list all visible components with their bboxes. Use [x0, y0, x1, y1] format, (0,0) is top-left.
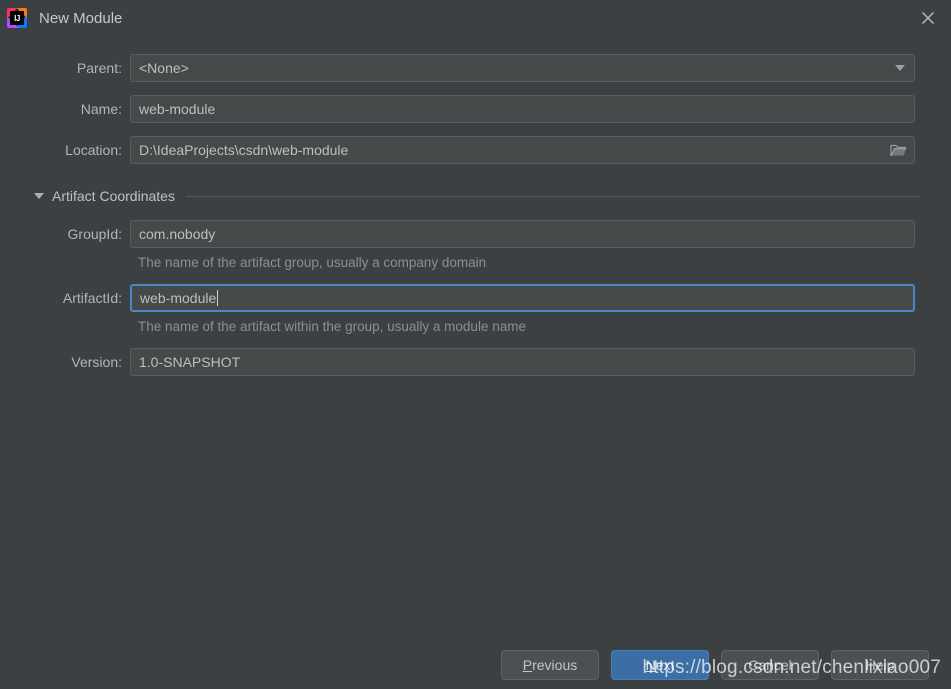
name-value: web-module: [139, 101, 216, 117]
group-id-hint: The name of the artifact group, usually …: [138, 255, 487, 270]
group-id-input[interactable]: com.nobody: [130, 220, 915, 248]
next-label-post: ext: [655, 657, 675, 673]
previous-button[interactable]: Previous: [501, 650, 599, 680]
parent-select[interactable]: <None>: [130, 54, 915, 82]
previous-mnemonic: P: [522, 657, 533, 673]
section-divider: [185, 195, 920, 197]
chevron-down-icon[interactable]: [895, 65, 905, 71]
group-id-row: GroupId: com.nobody: [0, 220, 951, 248]
artifact-id-value: web-module: [140, 290, 217, 306]
artifact-id-label: ArtifactId:: [62, 290, 122, 306]
artifact-id-row: ArtifactId: web-module: [0, 284, 951, 312]
new-module-form: Parent: <None> Name: web-module Location…: [0, 36, 951, 376]
cancel-button[interactable]: Cancel: [721, 650, 819, 680]
location-label: Location:: [65, 142, 122, 158]
artifact-id-hint: The name of the artifact within the grou…: [138, 319, 526, 334]
app-icon-label: IJ: [10, 11, 24, 25]
folder-icon[interactable]: [886, 139, 910, 161]
text-caret: [217, 290, 219, 306]
next-mnemonic: N: [645, 657, 656, 673]
next-button[interactable]: Next: [611, 650, 709, 680]
window-title: New Module: [39, 9, 123, 27]
dialog-button-bar: Previous Next Cancel Help: [0, 650, 951, 680]
location-value: D:\IdeaProjects\csdn\web-module: [139, 142, 349, 158]
name-row: Name: web-module: [0, 95, 951, 123]
name-label: Name:: [80, 101, 122, 117]
version-label: Version:: [71, 354, 122, 370]
name-input[interactable]: web-module: [130, 95, 915, 123]
version-value: 1.0-SNAPSHOT: [139, 354, 241, 370]
group-id-value: com.nobody: [139, 226, 216, 242]
close-icon: [921, 11, 935, 25]
parent-label: Parent:: [76, 60, 122, 76]
triangle-down-icon[interactable]: [34, 193, 44, 199]
group-id-label: GroupId:: [67, 226, 122, 242]
version-row: Version: 1.0-SNAPSHOT: [0, 348, 951, 376]
location-input[interactable]: D:\IdeaProjects\csdn\web-module: [130, 136, 915, 164]
title-bar: IJ New Module: [0, 0, 951, 36]
previous-label-post: revious: [532, 657, 578, 673]
location-row: Location: D:\IdeaProjects\csdn\web-modul…: [0, 136, 951, 164]
close-button[interactable]: [905, 0, 951, 36]
help-button[interactable]: Help: [831, 650, 929, 680]
intellij-idea-logo-icon: IJ: [7, 8, 27, 28]
artifact-coordinates-section-header[interactable]: Artifact Coordinates: [0, 188, 951, 204]
artifact-coordinates-title: Artifact Coordinates: [52, 188, 175, 204]
parent-row: Parent: <None>: [0, 54, 951, 82]
artifact-id-input[interactable]: web-module: [130, 284, 915, 312]
version-input[interactable]: 1.0-SNAPSHOT: [130, 348, 915, 376]
parent-value: <None>: [139, 60, 189, 76]
